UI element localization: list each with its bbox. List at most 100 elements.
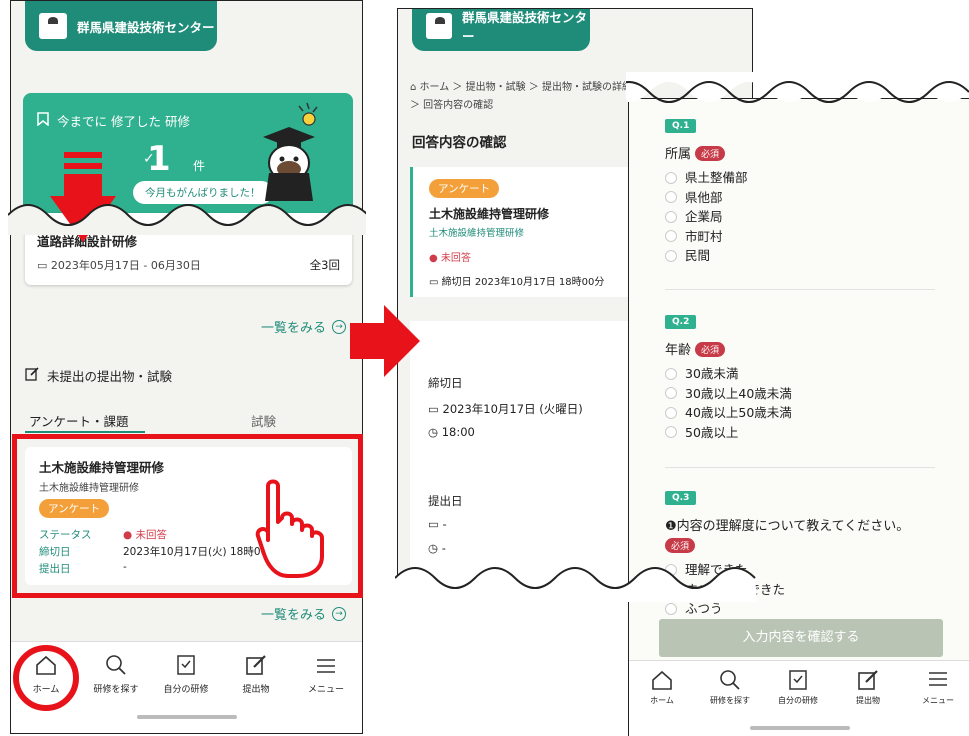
calendar-icon: ▭ bbox=[429, 277, 442, 288]
radio-circle-icon[interactable] bbox=[665, 210, 677, 223]
question-text: ❶内容の理解度について教えてください。 必須 bbox=[665, 515, 909, 554]
nav-label: メニュー bbox=[922, 696, 954, 705]
course-dates: ▭ 2023年05月17日 - 06月30日 bbox=[37, 257, 201, 273]
radio-circle-icon[interactable] bbox=[665, 602, 677, 615]
option-radio[interactable]: 企業局 bbox=[665, 207, 748, 227]
arrow-right-circle-icon: → bbox=[332, 606, 347, 621]
calendar-icon: ▭ bbox=[428, 517, 443, 531]
card-subtitle: 土木施設維持管理研修 bbox=[429, 228, 525, 239]
search-icon bbox=[83, 654, 149, 682]
nav-search[interactable]: 研修を探す bbox=[83, 654, 149, 695]
breadcrumb-line-2: ＞ 回答内容の確認 bbox=[410, 100, 494, 111]
brand-header[interactable]: 群馬県建設技術センター bbox=[25, 1, 217, 51]
question-1: Q.1 所属 必須 県土整備部 県他部 企業局 市町村 民間 bbox=[665, 113, 748, 266]
pending-section-title: 未提出の提出物・試験 bbox=[25, 366, 172, 385]
nav-my-courses[interactable]: 自分の研修 bbox=[767, 669, 829, 706]
card-title: 土木施設維持管理研修 bbox=[429, 207, 550, 221]
question-label: 年齢 bbox=[665, 343, 692, 358]
card-deadline-text: 締切日 2023年10月17日 18時00分 bbox=[441, 277, 605, 288]
wavy-cut-line bbox=[8, 204, 366, 235]
nav-search[interactable]: 研修を探す bbox=[699, 669, 761, 706]
home-indicator bbox=[749, 726, 850, 730]
completed-unit: 件 bbox=[193, 159, 206, 173]
phone-home-screen: 群馬県建設技術センター 今までに 修了した 研修 ✓ 1 件 今月もがんばりまし… bbox=[10, 0, 363, 734]
question-label: 所属 bbox=[665, 147, 692, 162]
nav-home[interactable]: ホーム bbox=[631, 669, 693, 706]
question-badge: Q.3 bbox=[665, 491, 697, 505]
deadline-time: 18:00 bbox=[441, 425, 475, 439]
mascot-graduate-icon bbox=[263, 102, 318, 201]
submitted-time: - bbox=[441, 541, 446, 555]
bookmark-icon bbox=[767, 669, 829, 695]
nav-submissions[interactable]: 提出物 bbox=[223, 654, 289, 695]
question-badge: Q.1 bbox=[665, 119, 697, 133]
nav-label: 提出物 bbox=[856, 696, 880, 705]
phone-survey-form: Q.1 所属 必須 県土整備部 県他部 企業局 市町村 民間 Q.2 年齢 必須 3… bbox=[628, 98, 969, 736]
nav-menu[interactable]: メニュー bbox=[293, 654, 359, 695]
tab-exam[interactable]: 試験 bbox=[251, 411, 276, 430]
question-badge: Q.2 bbox=[665, 315, 697, 329]
option-label: 県土整備部 bbox=[685, 170, 748, 185]
radio-circle-icon[interactable] bbox=[665, 387, 677, 400]
option-label: 県他部 bbox=[685, 189, 723, 205]
option-label: 50歳以上 bbox=[685, 424, 739, 440]
required-badge: 必須 bbox=[695, 342, 726, 357]
option-radio[interactable]: 50歳以上 bbox=[665, 423, 792, 443]
radio-circle-icon[interactable] bbox=[665, 171, 677, 184]
deadline-date: 2023年10月17日 (火曜日) bbox=[442, 402, 583, 416]
card-status-text: 未回答 bbox=[440, 253, 471, 264]
view-all-link-completed[interactable]: 一覧をみる → bbox=[261, 317, 347, 336]
option-radio[interactable]: 民間 bbox=[665, 246, 748, 266]
brand-header[interactable]: 群馬県建設技術センター bbox=[412, 9, 590, 51]
clock-icon: ◷ bbox=[428, 425, 442, 439]
radio-circle-icon[interactable] bbox=[665, 426, 677, 439]
confirm-input-button[interactable]: 入力内容を確認する bbox=[659, 619, 943, 657]
nav-menu[interactable]: メニュー bbox=[907, 669, 969, 706]
page-title: 回答内容の確認 bbox=[412, 135, 507, 151]
course-sessions: 全3回 bbox=[309, 258, 340, 272]
submitted-date-row: ▭ - bbox=[428, 517, 447, 531]
home-icon bbox=[631, 669, 693, 695]
breadcrumb[interactable]: ⌂ ホーム ＞ 提出物・試験 ＞ 提出物・試験の詳細 ＞ 回答内容の確認 bbox=[410, 79, 632, 115]
required-badge: 必須 bbox=[665, 538, 696, 553]
edit-icon bbox=[837, 669, 899, 695]
pointing-hand-icon bbox=[255, 479, 324, 578]
bottom-nav: ホーム 研修を探す 自分の研修 提出物 メニュー bbox=[629, 660, 969, 736]
radio-circle-icon[interactable] bbox=[665, 191, 677, 204]
right-arrow-icon bbox=[350, 305, 420, 377]
nav-label: 研修を探す bbox=[93, 685, 139, 695]
option-radio[interactable]: 県他部 bbox=[665, 188, 748, 208]
brand-logo-icon bbox=[39, 13, 67, 39]
option-radio[interactable]: 40歳以上50歳未満 bbox=[665, 403, 792, 423]
radio-circle-icon[interactable] bbox=[665, 406, 677, 419]
tab-survey-assignment[interactable]: アンケート・課題 bbox=[25, 411, 145, 433]
option-label: 民間 bbox=[685, 248, 711, 263]
view-all-link-pending[interactable]: 一覧をみる → bbox=[261, 604, 347, 623]
home-icon: ⌂ bbox=[410, 82, 420, 93]
option-radio[interactable]: 30歳未満 bbox=[665, 364, 792, 384]
divider bbox=[665, 289, 935, 290]
option-radio[interactable]: 30歳以上40歳未満 bbox=[665, 384, 792, 404]
radio-circle-icon[interactable] bbox=[665, 230, 677, 243]
survey-tag: アンケート bbox=[429, 179, 500, 198]
radio-circle-icon[interactable] bbox=[665, 249, 677, 262]
completed-count: 1 bbox=[147, 139, 171, 179]
submission-tabs: アンケート・課題 試験 bbox=[25, 409, 353, 435]
nav-submissions[interactable]: 提出物 bbox=[837, 669, 899, 706]
menu-icon bbox=[293, 654, 359, 682]
bookmark-icon bbox=[37, 112, 49, 129]
brand-logo-icon bbox=[426, 13, 453, 39]
card-deadline: ▭ 締切日 2023年10月17日 18時00分 bbox=[429, 273, 604, 288]
home-indicator bbox=[136, 715, 237, 719]
question-2: Q.2 年齢 必須 30歳未満 30歳以上40歳未満 40歳以上50歳未満 50歳… bbox=[665, 309, 792, 442]
question-text: 所属 必須 bbox=[665, 143, 748, 162]
option-radio[interactable]: 市町村 bbox=[665, 227, 748, 247]
view-all-label: 一覧をみる bbox=[261, 608, 327, 623]
highlight-home-circle bbox=[13, 645, 79, 711]
deadline-time-row: ◷ 18:00 bbox=[428, 425, 475, 439]
radio-circle-icon[interactable] bbox=[665, 367, 677, 380]
nav-my-courses[interactable]: 自分の研修 bbox=[153, 654, 219, 695]
option-radio[interactable]: 県土整備部 bbox=[665, 168, 748, 188]
course-date-range: 2023年05月17日 - 06月30日 bbox=[50, 259, 201, 272]
arrow-right-circle-icon: → bbox=[332, 319, 347, 334]
